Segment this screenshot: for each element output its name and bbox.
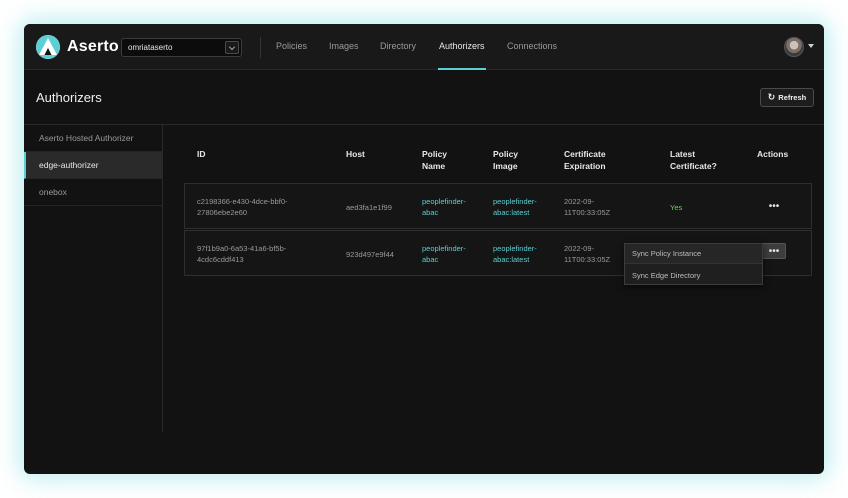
tab-connections[interactable]: Connections	[507, 41, 557, 51]
cell-id-line: 27806ebe2e60	[197, 208, 248, 217]
cell-policy-image-link[interactable]: peoplefinder- abac:latest	[493, 196, 537, 218]
nav-divider	[260, 37, 261, 58]
column-header-policy-name: Policy Name	[422, 149, 448, 171]
cell-cert-line: 11T00:33:05Z	[564, 255, 611, 264]
page-header: Authorizers ↻ Refresh	[24, 70, 824, 125]
cell-cert-line: 11T00:33:05Z	[564, 208, 611, 217]
row-actions-menu: Sync Policy Instance Sync Edge Directory	[624, 243, 763, 285]
cell-id: 97f1b9a0-6a53-41a6-bf5b- 4cdc6cddf413	[197, 243, 286, 265]
cell-policy-image-line: peoplefinder-	[493, 244, 537, 253]
column-header-actions: Actions	[757, 149, 789, 159]
row-actions-button[interactable]: •••	[762, 198, 786, 214]
cell-policy-image-line: peoplefinder-	[493, 197, 537, 206]
page-title: Authorizers	[36, 90, 102, 105]
column-header-id: ID	[197, 149, 206, 159]
cell-latest-certificate: Yes	[670, 203, 683, 212]
refresh-label: Refresh	[778, 93, 807, 102]
sidebar-item-onebox[interactable]: onebox	[24, 179, 163, 206]
brand-logo[interactable]: Aserto	[36, 35, 119, 59]
column-header-latest-certificate: Latest Certificate?	[670, 149, 717, 171]
sidebar-item-edge-authorizer[interactable]: edge-authorizer	[24, 152, 163, 179]
tenant-select[interactable]: omriataserto	[121, 38, 242, 57]
cell-policy-name-line: peoplefinder-	[422, 244, 466, 253]
sidebar-item-label: Aserto Hosted Authorizer	[39, 133, 134, 143]
chevron-down-icon[interactable]	[225, 41, 239, 54]
cell-certificate-expiration: 2022-09- 11T00:33:05Z	[564, 243, 610, 265]
cell-policy-name-line: abac	[422, 208, 439, 217]
tab-directory[interactable]: Directory	[380, 41, 416, 51]
menu-item-sync-policy-instance[interactable]: Sync Policy Instance	[625, 244, 762, 264]
cell-policy-name-link[interactable]: peoplefinder- abac	[422, 196, 466, 218]
cell-policy-name-link[interactable]: peoplefinder- abac	[422, 243, 466, 265]
cell-cert-line: 2022-09-	[564, 244, 595, 253]
cell-id-line: c2198366-e430-4dce-bbf0-	[197, 197, 288, 206]
cell-id-line: 4cdc6cddf413	[197, 255, 244, 264]
tenant-name: omriataserto	[128, 43, 173, 52]
sidebar-item-label: edge-authorizer	[39, 160, 99, 170]
cell-cert-line: 2022-09-	[564, 197, 595, 206]
cell-certificate-expiration: 2022-09- 11T00:33:05Z	[564, 196, 610, 218]
caret-down-icon[interactable]	[808, 44, 814, 48]
cell-id-line: 97f1b9a0-6a53-41a6-bf5b-	[197, 244, 287, 253]
column-header-certificate-expiration: Certificate Expiration	[564, 149, 606, 171]
sidebar-item-label: onebox	[39, 187, 67, 197]
top-nav: Aserto omriataserto Policies Images Dire…	[24, 24, 824, 70]
tab-policies[interactable]: Policies	[276, 41, 307, 51]
cell-policy-image-link[interactable]: peoplefinder- abac:latest	[493, 243, 537, 265]
cell-policy-image-line: abac:latest	[493, 255, 530, 264]
cell-id: c2198366-e430-4dce-bbf0- 27806ebe2e60	[197, 196, 287, 218]
aserto-logo-icon	[36, 35, 60, 59]
sidebar-item-aserto-hosted-authorizer[interactable]: Aserto Hosted Authorizer	[24, 125, 163, 152]
sidebar: Aserto Hosted Authorizer edge-authorizer…	[24, 125, 163, 432]
avatar[interactable]	[784, 37, 804, 57]
menu-item-sync-edge-directory[interactable]: Sync Edge Directory	[625, 265, 762, 285]
refresh-icon: ↻	[767, 92, 776, 102]
table-row[interactable]: c2198366-e430-4dce-bbf0- 27806ebe2e60 ae…	[184, 183, 812, 229]
cell-policy-name-line: abac	[422, 255, 439, 264]
cell-host: 923d497e9f44	[346, 250, 394, 259]
cell-policy-image-line: abac:latest	[493, 208, 530, 217]
column-header-host: Host	[346, 149, 365, 159]
cell-host: aed3fa1e1f99	[346, 203, 392, 212]
refresh-button[interactable]: ↻ Refresh	[760, 88, 814, 107]
tab-images[interactable]: Images	[329, 41, 359, 51]
cell-policy-name-line: peoplefinder-	[422, 197, 466, 206]
app-window: Aserto omriataserto Policies Images Dire…	[24, 24, 824, 474]
table-header: ID Host Policy Name Policy Image Certifi…	[184, 125, 812, 183]
column-header-policy-image: Policy Image	[493, 149, 519, 171]
tab-authorizers[interactable]: Authorizers	[439, 41, 485, 51]
row-actions-button[interactable]: •••	[762, 243, 786, 259]
brand-name: Aserto	[67, 38, 119, 55]
